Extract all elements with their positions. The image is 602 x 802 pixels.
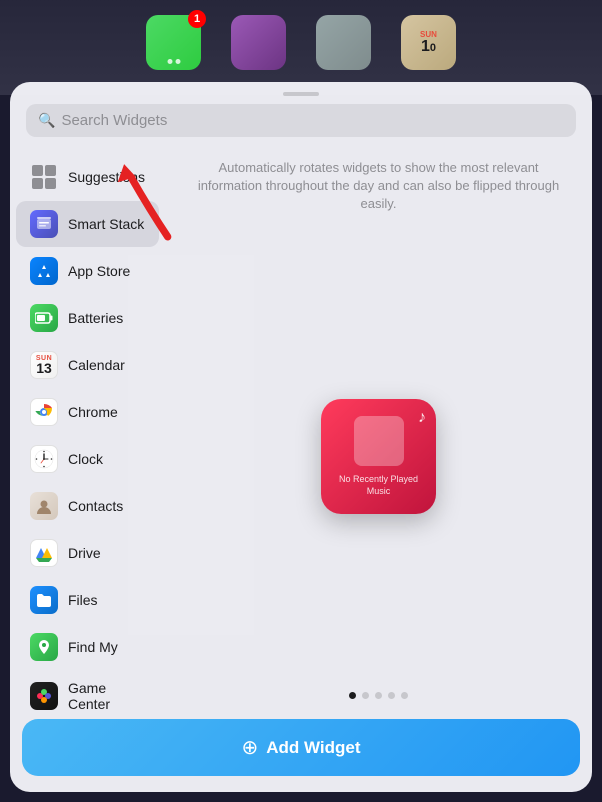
modal-content: Suggestions Smart Stack bbox=[10, 149, 592, 711]
sidebar-label-chrome: Chrome bbox=[68, 404, 118, 420]
background-app-icons: 1 SUN 10 bbox=[0, 15, 602, 70]
dot-1[interactable] bbox=[349, 692, 356, 699]
app-store-icon bbox=[30, 257, 58, 285]
sidebar-label-batteries: Batteries bbox=[68, 310, 123, 326]
sidebar-label-calendar: Calendar bbox=[68, 357, 125, 373]
page-dots bbox=[181, 692, 576, 699]
sidebar-label-suggestions: Suggestions bbox=[68, 169, 145, 185]
main-content-area: Automatically rotates widgets to show th… bbox=[165, 149, 592, 711]
bg-icon-green: 1 bbox=[146, 15, 201, 70]
widget-picker-modal: 🔍 Search Widgets Suggestions bbox=[10, 82, 592, 792]
sidebar: Suggestions Smart Stack bbox=[10, 149, 165, 711]
sidebar-item-batteries[interactable]: Batteries bbox=[16, 295, 159, 341]
dot-3[interactable] bbox=[375, 692, 382, 699]
sidebar-item-drive[interactable]: Drive bbox=[16, 530, 159, 576]
sidebar-label-app-store: App Store bbox=[68, 263, 130, 279]
findmy-icon bbox=[30, 633, 58, 661]
bg-icon-gray bbox=[316, 15, 371, 70]
widget-no-music-text: No Recently Played Music bbox=[321, 474, 436, 497]
sidebar-item-find-my[interactable]: Find My bbox=[16, 624, 159, 670]
search-bar[interactable]: 🔍 Search Widgets bbox=[26, 104, 576, 137]
badge-count: 1 bbox=[188, 10, 206, 28]
music-widget-card: ♪ No Recently Played Music bbox=[321, 399, 436, 514]
sidebar-item-files[interactable]: Files bbox=[16, 577, 159, 623]
widget-music-note-icon: ♪ bbox=[418, 409, 426, 427]
sidebar-item-clock[interactable]: Clock bbox=[16, 436, 159, 482]
batteries-icon bbox=[30, 304, 58, 332]
sidebar-item-app-store[interactable]: App Store bbox=[16, 248, 159, 294]
sidebar-item-game-center[interactable]: Game Center bbox=[16, 671, 159, 711]
add-widget-label: Add Widget bbox=[266, 738, 360, 758]
add-widget-plus-icon: ⊕ bbox=[241, 735, 258, 760]
dot-4[interactable] bbox=[388, 692, 395, 699]
sidebar-label-clock: Clock bbox=[68, 451, 103, 467]
bg-icon-purple bbox=[231, 15, 286, 70]
drive-icon bbox=[30, 539, 58, 567]
calendar-icon: SUN 13 bbox=[30, 351, 58, 379]
drag-handle[interactable] bbox=[283, 92, 319, 96]
widget-description: Automatically rotates widgets to show th… bbox=[181, 159, 576, 214]
sidebar-label-smart-stack: Smart Stack bbox=[68, 216, 144, 232]
add-widget-button[interactable]: ⊕ Add Widget bbox=[22, 719, 580, 776]
files-icon bbox=[30, 586, 58, 614]
widget-preview-area: ♪ No Recently Played Music bbox=[181, 234, 576, 680]
search-icon: 🔍 bbox=[38, 112, 55, 129]
sidebar-item-contacts[interactable]: Contacts bbox=[16, 483, 159, 529]
contacts-icon bbox=[30, 492, 58, 520]
dot-5[interactable] bbox=[401, 692, 408, 699]
sidebar-label-contacts: Contacts bbox=[68, 498, 123, 514]
sidebar-label-files: Files bbox=[68, 592, 98, 608]
sidebar-item-chrome[interactable]: Chrome bbox=[16, 389, 159, 435]
clock-icon bbox=[30, 445, 58, 473]
sidebar-item-smart-stack[interactable]: Smart Stack bbox=[16, 201, 159, 247]
chrome-icon bbox=[30, 398, 58, 426]
sidebar-item-suggestions[interactable]: Suggestions bbox=[16, 154, 159, 200]
widget-album-art bbox=[354, 416, 404, 466]
sidebar-item-calendar[interactable]: SUN 13 Calendar bbox=[16, 342, 159, 388]
gamecenter-icon bbox=[30, 682, 58, 710]
sidebar-label-drive: Drive bbox=[68, 545, 101, 561]
dot-2[interactable] bbox=[362, 692, 369, 699]
sidebar-label-find-my: Find My bbox=[68, 639, 118, 655]
bg-icon-beige: SUN 10 bbox=[401, 15, 456, 70]
suggestions-icon bbox=[30, 163, 58, 191]
search-placeholder: Search Widgets bbox=[61, 112, 167, 129]
sidebar-label-game-center: Game Center bbox=[68, 680, 145, 711]
smart-stack-icon bbox=[30, 210, 58, 238]
